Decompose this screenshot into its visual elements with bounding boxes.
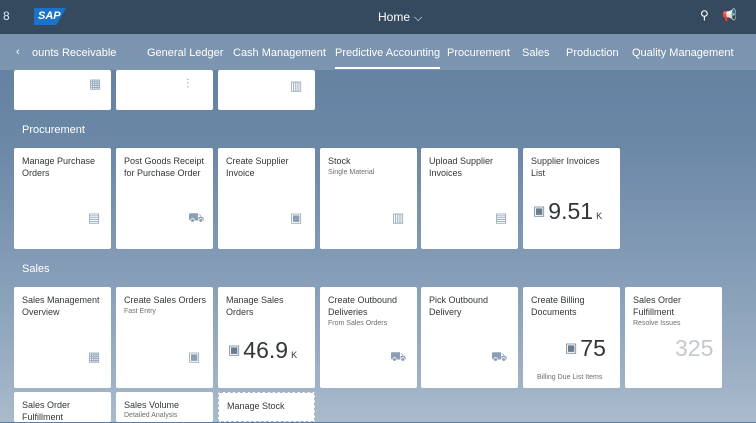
group-tab-bar: ‹ ounts Receivable General Ledger Cash M… [0, 34, 756, 70]
tile-title: Supplier Invoices List [531, 156, 600, 178]
tile-pick-outbound-delivery[interactable]: Pick Outbound Delivery ⛟ [421, 287, 518, 388]
tile-title: Pick Outbound Delivery [429, 295, 489, 317]
tab-general-ledger[interactable]: General Ledger [147, 47, 223, 59]
tile-stock[interactable]: Stock Single Material ▥ [320, 148, 417, 249]
invoice-icon: ▣ [533, 203, 546, 218]
tile-title: Upload Supplier Invoices [429, 156, 494, 178]
tab-accounts-receivable[interactable]: ounts Receivable [32, 47, 116, 59]
tile-kpi: ▣ 46.9 K [228, 337, 297, 364]
tile-manage-purchase-orders[interactable]: Manage Purchase Orders ▤ [14, 148, 111, 249]
app-tile[interactable]: ▥ [218, 70, 315, 110]
order-icon: ▣ [188, 349, 201, 364]
home-title-label: Home [378, 10, 411, 24]
kpi-value: 9.51 [548, 198, 594, 224]
tile-title: Create Sales Orders [124, 295, 207, 305]
app-tile[interactable]: ⫶ [116, 70, 213, 110]
kpi-value: 325 [675, 335, 714, 361]
tile-supplier-invoices-list[interactable]: Supplier Invoices List ▣ 9.51 K [523, 148, 620, 249]
tile-subtitle: Detailed Analysis [124, 412, 178, 419]
tile-sales-order-fulfillment[interactable]: Sales Order Fulfillment Resolve Issues 3… [625, 287, 722, 388]
chevron-down-icon: ⌵ [414, 12, 423, 24]
tile-title: Sales Management Overview [22, 295, 100, 317]
search-icon[interactable]: ⚲ [700, 8, 709, 22]
tab-sales[interactable]: Sales [522, 47, 550, 59]
tile-upload-supplier-invoices[interactable]: Upload Supplier Invoices ▤ [421, 148, 518, 249]
tile-title: Create Billing Documents [531, 295, 585, 317]
billing-icon: ▣ [565, 340, 578, 355]
bar-chart-icon: ▥ [392, 210, 405, 225]
tile-title: Post Goods Receipt for Purchase Order [124, 156, 205, 178]
tile-post-goods-receipt[interactable]: Post Goods Receipt for Purchase Order ⛟ [116, 148, 213, 249]
group-title-sales: Sales [22, 263, 50, 275]
notification-icon[interactable]: 📢 [722, 8, 737, 22]
tile-title: Stock [328, 156, 351, 166]
tile-create-billing-documents[interactable]: Create Billing Documents ▣ 75 Billing Due… [523, 287, 620, 388]
tile-title: Sales Order Fulfillment [633, 295, 682, 317]
kpi-value: 75 [580, 335, 606, 361]
document-icon: ▤ [88, 210, 101, 225]
tile-kpi: ▣ 75 [565, 335, 606, 362]
tile-title: Manage Stock [227, 401, 285, 411]
bar-chart-icon: ▥ [290, 78, 303, 93]
tile-kpi: 325 [675, 335, 713, 362]
chart-icon: ⫶ [186, 76, 190, 91]
kpi-scale: K [596, 211, 603, 221]
invoice-icon: ▣ [290, 210, 303, 225]
tile-manage-sales-orders[interactable]: Manage Sales Orders ▣ 46.9 K [218, 287, 315, 388]
tile-title: Create Supplier Invoice [226, 156, 289, 178]
kpi-value: 46.9 [243, 337, 289, 363]
sap-logo[interactable]: SAP [34, 8, 66, 25]
tile-footer: Billing Due List Items [537, 374, 603, 381]
kpi-scale: K [291, 350, 298, 360]
home-title-menu[interactable]: Home ⌵ [378, 10, 422, 25]
tab-procurement[interactable]: Procurement [447, 47, 510, 59]
tile-sales-order-fulfillment-2[interactable]: Sales Order Fulfillment [14, 392, 111, 422]
group-title-procurement: Procurement [22, 124, 85, 136]
tab-predictive-accounting[interactable]: Predictive Accounting [335, 47, 441, 69]
user-avatar[interactable]: 8 [3, 9, 10, 23]
tile-create-sales-orders[interactable]: Create Sales Orders Fast Entry ▣ [116, 287, 213, 388]
tile-subtitle: From Sales Orders [328, 320, 388, 327]
upload-document-icon: ▤ [495, 210, 508, 225]
dashboard-icon: ▦ [88, 349, 101, 364]
order-icon: ▣ [228, 342, 241, 357]
truck-icon: ⛟ [390, 349, 407, 364]
tile-title: Manage Sales Orders [226, 295, 284, 317]
dashboard-icon: ▦ [89, 76, 102, 91]
tile-subtitle: Resolve Issues [633, 320, 681, 327]
tile-kpi: ▣ 9.51 K [533, 198, 602, 225]
tab-production[interactable]: Production [566, 47, 619, 59]
truck-icon: ⛟ [188, 210, 205, 225]
tile-subtitle: Fast Entry [124, 308, 156, 315]
tile-sales-management-overview[interactable]: Sales Management Overview ▦ [14, 287, 111, 388]
tile-manage-stock[interactable]: Manage Stock [218, 392, 315, 422]
app-tile[interactable]: ▦ [14, 70, 111, 110]
tab-cash-management[interactable]: Cash Management [233, 47, 326, 59]
tile-title: Manage Purchase Orders [22, 156, 96, 178]
tile-sales-volume[interactable]: Sales Volume Detailed Analysis [116, 392, 213, 422]
truck-icon: ⛟ [491, 349, 508, 364]
tile-create-outbound-deliveries[interactable]: Create Outbound Deliveries From Sales Or… [320, 287, 417, 388]
scroll-left-icon[interactable]: ‹ [16, 46, 20, 58]
tile-subtitle: Single Material [328, 169, 375, 176]
tab-quality-management[interactable]: Quality Management [632, 47, 734, 59]
tile-title: Create Outbound Deliveries [328, 295, 398, 317]
tile-create-supplier-invoice[interactable]: Create Supplier Invoice ▣ [218, 148, 315, 249]
tile-title: Sales Volume [124, 400, 180, 410]
tile-title: Sales Order Fulfillment [22, 400, 71, 422]
shell-bar: 8 SAP Home ⌵ ⚲ 📢 [0, 0, 756, 34]
